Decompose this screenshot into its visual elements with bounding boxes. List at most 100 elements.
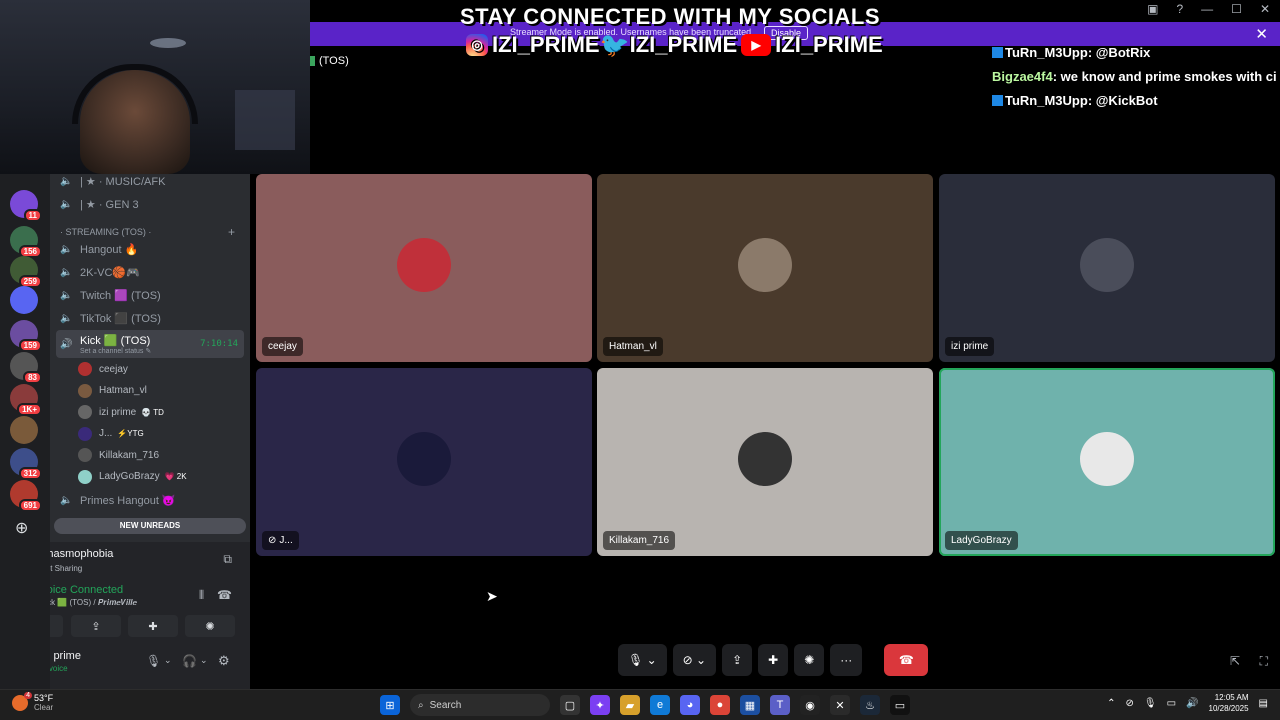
share-screen-button[interactable]: ⇪: [71, 615, 121, 637]
store-icon[interactable]: ▦: [740, 695, 760, 715]
headphones-icon[interactable]: 🎧: [182, 654, 197, 668]
task-view-icon[interactable]: ▢: [560, 695, 580, 715]
discord-icon[interactable]: ◕: [680, 695, 700, 715]
chevron-up-icon[interactable]: ⌃: [1107, 698, 1115, 709]
video-tile[interactable]: izi prime: [939, 174, 1275, 362]
new-unreads-button[interactable]: NEW UNREADS: [54, 518, 246, 534]
microphone-icon[interactable]: 🎙: [1144, 698, 1157, 709]
speaker-icon: 🔈: [60, 175, 73, 187]
avatar: [78, 362, 92, 376]
voice-channel-active[interactable]: 🔊 Kick 🟩 (TOS) Set a channel status ✎ 7:10:…: [56, 330, 244, 358]
inbox-icon[interactable]: ▣: [1147, 2, 1158, 16]
server-icon[interactable]: 156: [10, 226, 42, 258]
voice-channel[interactable]: 🔈 Twitch 🟪 (TOS): [56, 284, 244, 306]
close-icon[interactable]: ✕: [1255, 25, 1268, 43]
add-server-icon[interactable]: ⊕: [15, 518, 28, 538]
xbox-icon[interactable]: ✕: [830, 695, 850, 715]
chevron-down-icon[interactable]: ⌄: [164, 655, 172, 666]
activities-button[interactable]: ✚: [128, 615, 178, 637]
member-name: Hatman_vl: [99, 385, 147, 396]
windows-start-icon[interactable]: ⊞: [380, 695, 400, 715]
mute-button[interactable]: 🎙 ⌄: [618, 644, 667, 676]
channel-status[interactable]: Set a channel status ✎: [80, 347, 151, 355]
voice-member[interactable]: izi prime 💀 TD: [78, 402, 164, 422]
video-tile[interactable]: ceejay: [256, 174, 592, 362]
camera-button[interactable]: ⊘ ⌄: [672, 644, 717, 676]
video-tile[interactable]: Hatman_vl: [597, 174, 933, 362]
clock[interactable]: 12:05 AM 10/28/2025: [1209, 692, 1249, 714]
speaker-icon: 🔈: [60, 494, 73, 506]
disconnect-button[interactable]: ☎: [884, 644, 929, 676]
server-icon[interactable]: 312: [10, 448, 42, 480]
server-icon[interactable]: [10, 286, 38, 314]
soundboard-icon: ✺: [804, 653, 815, 667]
participant-label: ⊘ J...: [262, 531, 299, 550]
server-icon[interactable]: 83: [10, 352, 42, 384]
disconnect-icon[interactable]: ☎: [217, 588, 232, 602]
help-icon[interactable]: ?: [1176, 2, 1183, 16]
chevron-down-icon[interactable]: ⌄: [200, 655, 208, 666]
volume-icon[interactable]: 🔊: [1186, 698, 1198, 709]
hang-up-icon: ☎: [898, 653, 914, 667]
voice-member[interactable]: LadyGoBrazy 💗 2K: [78, 467, 187, 487]
voice-channel[interactable]: 🔈 TikTok ⬛ (TOS): [56, 307, 244, 329]
popout-icon[interactable]: ⇱: [1230, 654, 1240, 668]
voice-channel[interactable]: 🔈 Hangout 🔥: [56, 238, 244, 260]
youtube-handle: IZI_PRIME: [775, 32, 883, 57]
weather-widget[interactable]: 4 53°F Clear: [12, 691, 53, 712]
voice-member[interactable]: Killakam_716: [78, 445, 159, 465]
edge-icon[interactable]: e: [650, 695, 670, 715]
voice-channel[interactable]: 🔈 2K-VC🏀🎮: [56, 261, 244, 283]
chat-message: Bigzae4f4: we know and prime smokes with…: [992, 68, 1280, 92]
screen-share-icon[interactable]: ⧉: [223, 552, 232, 567]
window-controls: ▣ ? — ☐ ✕: [1147, 2, 1270, 16]
server-icon[interactable]: 1K+: [10, 384, 42, 416]
obs-icon[interactable]: ◉: [800, 695, 820, 715]
chrome-icon[interactable]: ●: [710, 695, 730, 715]
minimize-icon[interactable]: —: [1201, 2, 1213, 16]
server-icon[interactable]: 691: [10, 480, 42, 512]
teams-icon[interactable]: T: [770, 695, 790, 715]
activities-button[interactable]: ✚: [758, 644, 789, 676]
video-tile[interactable]: ⊘ J...: [256, 368, 592, 556]
search-placeholder: Search: [429, 699, 462, 711]
microphone-icon[interactable]: 🎙: [146, 654, 161, 668]
share-screen-button[interactable]: ⇪: [722, 644, 753, 676]
terminal-icon[interactable]: ▭: [890, 695, 910, 715]
server-icon[interactable]: [10, 416, 38, 444]
steam-icon[interactable]: ♨: [860, 695, 880, 715]
voice-connected-title[interactable]: Voice Connected: [40, 584, 123, 596]
avatar: [738, 432, 792, 486]
more-button[interactable]: ···: [830, 644, 863, 676]
participant-name: izi prime: [951, 341, 989, 352]
voice-member[interactable]: J... ⚡YTG: [78, 424, 144, 444]
file-explorer-icon[interactable]: ▰: [620, 695, 640, 715]
fullscreen-icon[interactable]: ⛶: [1260, 654, 1268, 669]
maximize-icon[interactable]: ☐: [1231, 2, 1242, 16]
category-header[interactable]: · STREAMING (TOS) · +: [60, 225, 235, 239]
camera-off-icon: ⊘: [268, 535, 277, 546]
server-icon[interactable]: 11: [10, 190, 42, 222]
voice-channel[interactable]: 🔈 | ★ · GEN 3: [56, 193, 244, 215]
server-icon[interactable]: 159: [10, 320, 42, 352]
soundboard-button[interactable]: ✺: [794, 644, 825, 676]
soundboard-button[interactable]: ✺: [185, 615, 235, 637]
banner-title: STAY CONNECTED WITH MY SOCIALS: [459, 4, 880, 29]
unread-badge: 1K+: [17, 403, 42, 416]
add-channel-icon[interactable]: +: [228, 225, 235, 239]
close-window-icon[interactable]: ✕: [1260, 2, 1270, 16]
voice-member[interactable]: ceejay: [78, 359, 128, 379]
notification-icon[interactable]: ▤: [1259, 698, 1268, 709]
copilot-icon[interactable]: ✦: [590, 695, 610, 715]
display-icon[interactable]: ▭: [1167, 698, 1176, 709]
video-tile[interactable]: LadyGoBrazy: [939, 368, 1275, 556]
member-tag: 💗 2K: [164, 472, 187, 481]
gear-icon[interactable]: ⚙: [218, 653, 230, 669]
voice-member[interactable]: Hatman_vl: [78, 381, 147, 401]
network-off-icon[interactable]: ⊘: [1126, 698, 1134, 709]
taskbar-search[interactable]: ⌕ Search: [410, 694, 550, 716]
video-tile[interactable]: Killakam_716: [597, 368, 933, 556]
server-icon[interactable]: 259: [10, 256, 42, 288]
noise-suppression-icon[interactable]: ⫴: [199, 588, 204, 603]
voice-channel[interactable]: 🔈 Primes Hangout 😈: [56, 489, 244, 511]
